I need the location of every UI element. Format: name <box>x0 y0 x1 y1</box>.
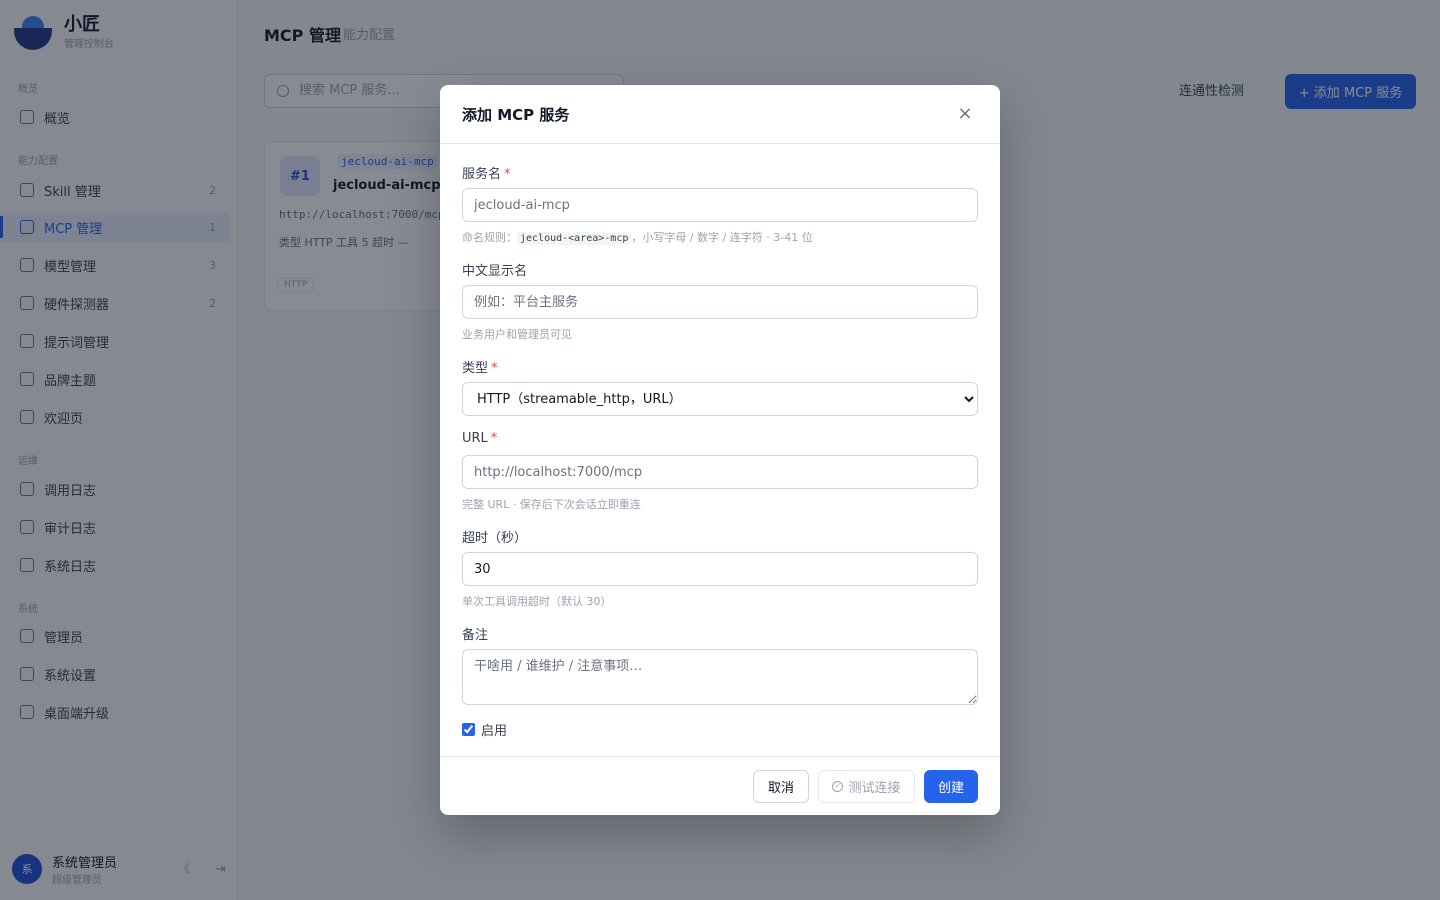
timeout-help: 单次工具调用超时（默认 30） <box>462 595 612 608</box>
dialog-title: 添加 MCP 服务 <box>462 106 570 124</box>
display-name-input[interactable] <box>462 285 978 319</box>
notes-textarea[interactable] <box>462 649 978 705</box>
check-circle-icon: ✓ <box>832 781 844 792</box>
url-help: 完整 URL · 保存后下次会话立即重连 <box>462 498 641 511</box>
service-name-help: 命名规则： jecloud-<area>-mcp ，小写字母 / 数字 / 连字符 … <box>462 231 813 245</box>
url-input[interactable] <box>462 455 978 489</box>
url-label: URL * <box>462 431 498 446</box>
service-name-label: 服务名 * <box>462 167 511 182</box>
display-name-label: 中文显示名 <box>462 264 528 279</box>
dialog-header: 添加 MCP 服务 × <box>440 85 1000 144</box>
timeout-label: 超时（秒） <box>462 531 528 546</box>
service-name-input[interactable] <box>462 188 978 222</box>
display-name-help: 业务用户和管理员可见 <box>462 328 572 341</box>
required-marker: * <box>490 431 498 446</box>
close-icon[interactable]: × <box>954 103 976 125</box>
notes-label: 备注 <box>462 628 489 643</box>
enabled-label: 启用 <box>481 724 508 739</box>
test-connection-button[interactable]: ✓ 测试连接 <box>818 770 915 803</box>
cancel-button[interactable]: 取消 <box>753 770 809 803</box>
required-marker: * <box>504 167 511 182</box>
dialog-footer: 取消 ✓ 测试连接 创建 <box>440 756 1000 815</box>
enabled-toggle[interactable]: 启用 <box>462 720 507 739</box>
type-select[interactable]: HTTP（streamable_http，URL） <box>462 382 978 416</box>
create-button[interactable]: 创建 <box>924 770 978 803</box>
add-mcp-dialog: 添加 MCP 服务 × 服务名* 命名规则：jecloud-<area>-mcp… <box>440 85 1000 815</box>
enabled-checkbox[interactable] <box>462 723 475 736</box>
type-label: 类型 * <box>462 361 498 376</box>
required-marker: * <box>491 361 498 376</box>
timeout-input[interactable] <box>462 552 978 586</box>
